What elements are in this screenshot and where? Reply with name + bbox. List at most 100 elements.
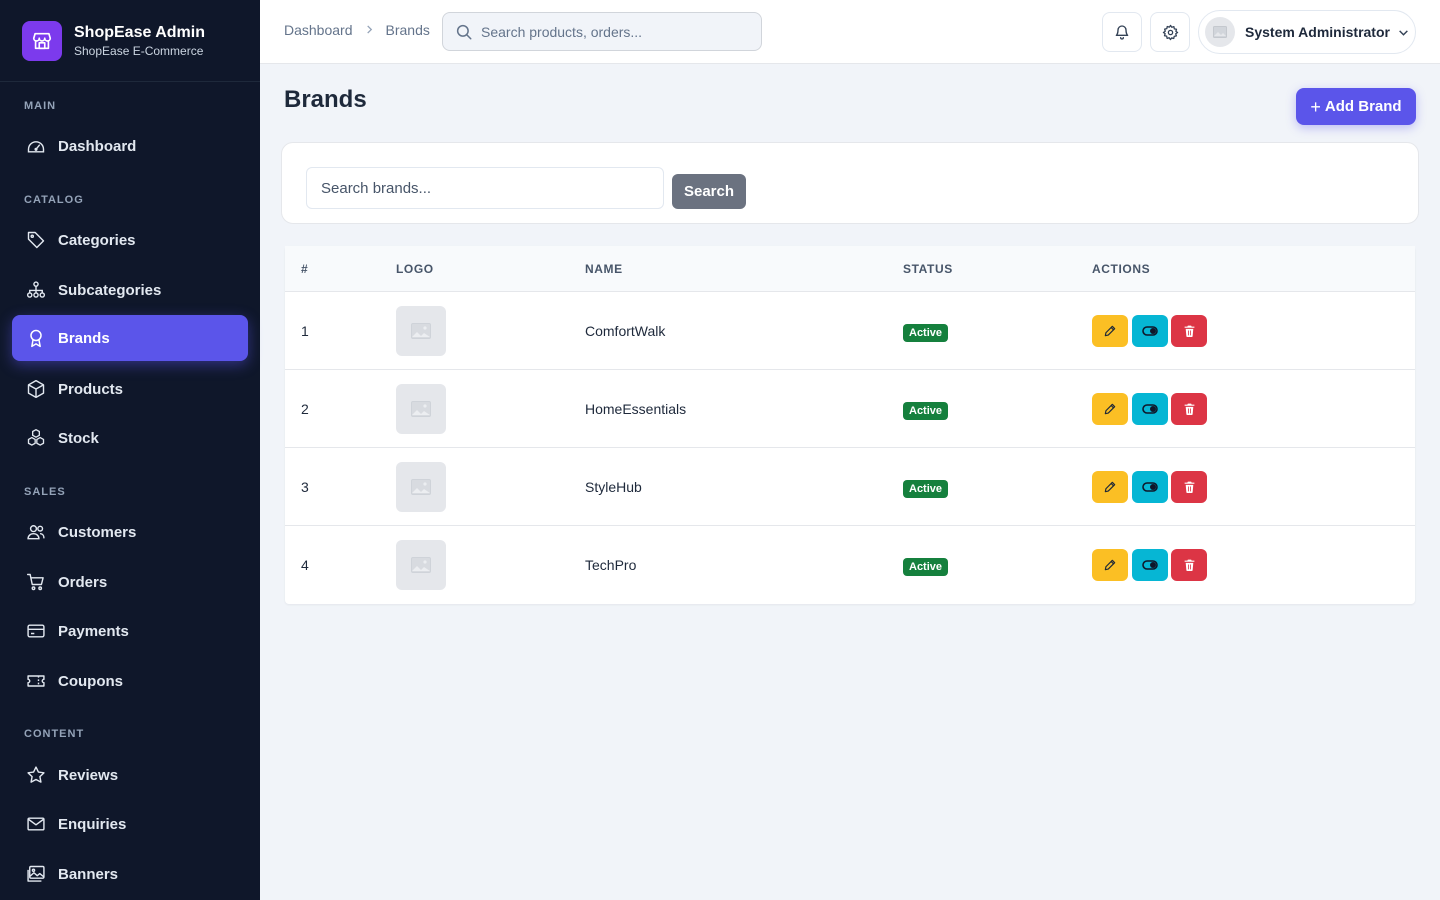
delete-button[interactable]: [1171, 315, 1207, 347]
sidebar-item-label: Enquiries: [58, 815, 127, 833]
brand-logo-placeholder: [396, 384, 446, 434]
column-header-logo: LOGO: [396, 262, 434, 276]
trash-icon: [1184, 481, 1194, 493]
breadcrumb-dashboard[interactable]: Dashboard: [284, 22, 353, 38]
sidebar-item-coupons[interactable]: Coupons: [12, 658, 248, 704]
user-name: System Administrator: [1245, 24, 1390, 40]
breadcrumb-brands: Brands: [385, 22, 430, 38]
toggle-status-button[interactable]: [1132, 471, 1168, 503]
gear-icon: [1162, 24, 1179, 41]
chevron-right-icon: [365, 23, 374, 37]
delete-button[interactable]: [1171, 393, 1207, 425]
edit-button[interactable]: [1092, 471, 1128, 503]
row-number: 4: [301, 557, 309, 573]
toggle-icon: [1142, 404, 1158, 414]
brand-title: ShopEase Admin: [74, 23, 205, 41]
chevron-down-icon: [1398, 27, 1409, 38]
table-row: 3 StyleHub Active: [285, 448, 1415, 526]
pencil-icon: [1104, 403, 1116, 415]
sidebar-item-subcategories[interactable]: Subcategories: [12, 267, 248, 313]
sidebar-item-products[interactable]: Products: [12, 366, 248, 412]
image-placeholder-icon: [411, 479, 431, 495]
brand-header[interactable]: ShopEase Admin ShopEase E-Commerce: [0, 0, 260, 82]
star-icon: [26, 765, 46, 785]
sidebar-item-reviews[interactable]: Reviews: [12, 752, 248, 798]
sidebar-item-payments[interactable]: Payments: [12, 608, 248, 654]
status-badge: Active: [903, 480, 949, 498]
brand-logo-placeholder: [396, 306, 446, 356]
sidebar-item-categories[interactable]: Categories: [12, 217, 248, 263]
toggle-status-button[interactable]: [1132, 393, 1168, 425]
row-number: 2: [301, 401, 309, 417]
column-header-number: #: [301, 262, 309, 276]
brand-logo-placeholder: [396, 462, 446, 512]
settings-button[interactable]: [1150, 12, 1190, 52]
global-search-input[interactable]: [481, 23, 741, 40]
row-number: 1: [301, 323, 309, 339]
topbar: Dashboard Brands System Administrator: [260, 0, 1440, 64]
sidebar-item-label: Stock: [58, 429, 99, 447]
breadcrumb: Dashboard Brands: [284, 22, 430, 38]
table-row: 2 HomeEssentials Active: [285, 370, 1415, 448]
sidebar-item-stock[interactable]: Stock: [12, 415, 248, 461]
delete-button[interactable]: [1171, 549, 1207, 581]
sidebar-item-enquiries[interactable]: Enquiries: [12, 801, 248, 847]
users-icon: [26, 522, 46, 542]
user-menu-button[interactable]: System Administrator: [1198, 10, 1416, 54]
global-search[interactable]: [442, 12, 762, 51]
hierarchy-icon: [26, 280, 46, 300]
edit-button[interactable]: [1092, 549, 1128, 581]
sidebar-item-label: Customers: [58, 523, 137, 541]
cart-icon: [26, 572, 46, 592]
store-icon: [22, 20, 62, 61]
search-icon: [455, 23, 473, 41]
brand-logo-placeholder: [396, 540, 446, 590]
pencil-icon: [1104, 481, 1116, 493]
sidebar-item-label: Reviews: [58, 766, 119, 784]
plus-icon: +: [1310, 96, 1321, 117]
edit-button[interactable]: [1092, 315, 1128, 347]
toggle-icon: [1142, 482, 1158, 492]
column-header-actions: ACTIONS: [1092, 262, 1151, 276]
sidebar-item-label: Brands: [58, 329, 110, 347]
ticket-icon: [26, 671, 46, 691]
table-row: 4 TechPro Active: [285, 526, 1415, 604]
brand-name: TechPro: [585, 557, 637, 573]
edit-button[interactable]: [1092, 393, 1128, 425]
search-button[interactable]: Search: [672, 174, 746, 209]
notifications-button[interactable]: [1102, 12, 1142, 52]
trash-icon: [1184, 325, 1194, 337]
sidebar-item-label: Banners: [58, 865, 119, 883]
sidebar-item-label: Dashboard: [58, 137, 137, 155]
filter-card: Search: [281, 142, 1419, 224]
add-brand-button[interactable]: + Add Brand: [1296, 88, 1416, 125]
page-title: Brands: [284, 86, 367, 113]
dashboard-icon: [26, 136, 46, 156]
sidebar-item-banners[interactable]: Banners: [12, 851, 248, 897]
sidebar-item-label: Coupons: [58, 672, 123, 690]
toggle-status-button[interactable]: [1132, 549, 1168, 581]
table-header: # LOGO NAME STATUS ACTIONS: [285, 246, 1415, 292]
brand-name: ComfortWalk: [585, 323, 666, 339]
brand-search-input[interactable]: [306, 167, 664, 209]
sidebar-item-customers[interactable]: Customers: [12, 509, 248, 555]
sidebar-item-dashboard[interactable]: Dashboard: [12, 123, 248, 169]
boxes-icon: [26, 428, 46, 448]
status-badge: Active: [903, 558, 949, 576]
bell-icon: [1114, 24, 1130, 40]
image-placeholder-icon: [411, 557, 431, 573]
sidebar-item-orders[interactable]: Orders: [12, 559, 248, 605]
table-row: 1 ComfortWalk Active: [285, 292, 1415, 370]
tag-icon: [26, 230, 46, 250]
toggle-status-button[interactable]: [1132, 315, 1168, 347]
toggle-icon: [1142, 326, 1158, 336]
brand-subtitle: ShopEase E-Commerce: [74, 43, 204, 58]
box-icon: [26, 379, 46, 399]
delete-button[interactable]: [1171, 471, 1207, 503]
toggle-icon: [1142, 560, 1158, 570]
column-header-status: STATUS: [903, 262, 953, 276]
trash-icon: [1184, 403, 1194, 415]
credit-card-icon: [26, 621, 46, 641]
sidebar-item-label: Payments: [58, 622, 129, 640]
sidebar-item-brands[interactable]: Brands: [12, 315, 248, 361]
